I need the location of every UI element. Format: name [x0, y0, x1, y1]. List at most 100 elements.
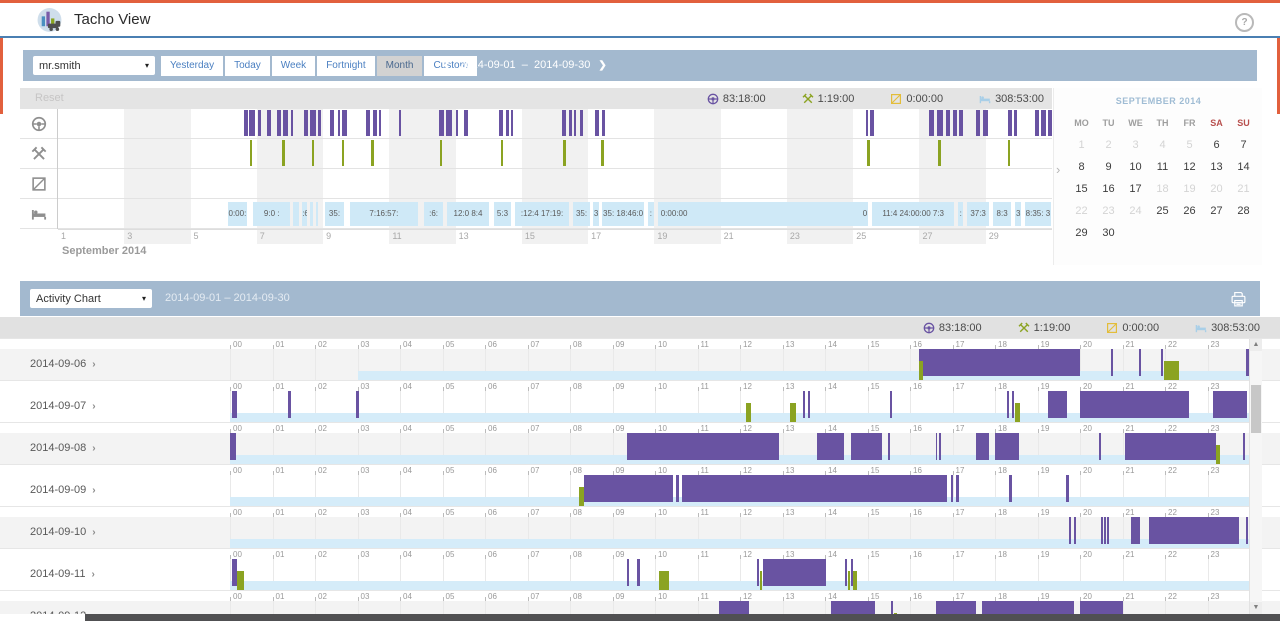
tools-row-icon	[20, 139, 57, 169]
chart-type-select[interactable]: Activity Chart ▾	[30, 289, 152, 308]
calendar-date[interactable]: 7	[1230, 134, 1257, 156]
range-button-yesterday[interactable]: Yesterday	[161, 56, 223, 76]
day-band	[124, 230, 190, 244]
activity-row-label[interactable]: 2014-09-09›	[30, 475, 96, 506]
axis-tick: 17	[591, 231, 601, 241]
hour-label: 19	[1041, 592, 1050, 601]
calendar-date[interactable]: 15	[1068, 178, 1095, 200]
next-range-icon[interactable]: ❯	[598, 60, 606, 71]
driving-segment	[595, 110, 599, 136]
activity-row-label[interactable]: 2014-09-11 ›	[30, 559, 95, 590]
activity-row-label[interactable]: 2014-09-07›	[30, 391, 96, 422]
activity-row-label[interactable]: 2014-09-12›	[30, 601, 96, 614]
expand-row-icon[interactable]: ›	[91, 569, 94, 580]
calendar-date[interactable]: 16	[1095, 178, 1122, 200]
driving-segment	[338, 110, 340, 136]
working-bar	[1216, 445, 1220, 464]
axis-tick: 7	[260, 231, 265, 241]
calendar-date	[1149, 222, 1176, 244]
activity-row-label[interactable]: 2014-09-06›	[30, 349, 96, 380]
hour-label: 19	[1041, 424, 1050, 433]
prev-range-icon[interactable]: ❮	[443, 60, 451, 71]
hour-label: 17	[956, 550, 965, 559]
row-date: 2014-09-11	[30, 568, 85, 580]
hour-gridline	[910, 601, 911, 614]
expand-row-icon[interactable]: ›	[92, 359, 95, 370]
activity-row: 0001020304050607080910111213141516171819…	[0, 464, 1280, 506]
calendar-date[interactable]: 13	[1203, 156, 1230, 178]
calendar-collapse-icon[interactable]: ›	[1056, 162, 1060, 177]
calendar-date[interactable]: 14	[1230, 156, 1257, 178]
calendar-date[interactable]: 11	[1149, 156, 1176, 178]
print-button[interactable]	[1228, 289, 1248, 309]
scrollbar-thumb[interactable]	[1251, 385, 1261, 433]
user-select[interactable]: mr.smith ▾	[33, 56, 155, 75]
hour-label: 04	[403, 424, 412, 433]
hour-label: 07	[531, 508, 540, 517]
calendar-date[interactable]: 26	[1176, 200, 1203, 222]
rest-segment: 0:00:	[228, 202, 247, 226]
driving-segment	[580, 110, 583, 136]
rest-segment: 3	[1015, 202, 1021, 226]
calendar-date[interactable]: 6	[1203, 134, 1230, 156]
hour-label: 14	[828, 466, 837, 475]
calendar-date[interactable]: 10	[1122, 156, 1149, 178]
calendar-date[interactable]: 25	[1149, 200, 1176, 222]
hour-label: 21	[1126, 340, 1135, 349]
reset-button[interactable]: Reset	[35, 88, 64, 109]
calendar-date[interactable]: 28	[1230, 200, 1257, 222]
month-axis: 1357911131517192123252729	[58, 229, 1052, 244]
totals-activity: 83:18:001:19:000:00:00308:53:00	[923, 317, 1260, 338]
working-bar	[919, 361, 923, 380]
scroll-down-icon[interactable]: ▼	[1250, 602, 1262, 614]
hour-label: 03	[361, 592, 370, 601]
working-segment	[563, 140, 566, 166]
range-button-month[interactable]: Month	[377, 56, 423, 76]
expand-row-icon[interactable]: ›	[92, 527, 95, 538]
rest-segment: 37:3	[967, 202, 989, 226]
stat-driving-value: 83:18:00	[939, 322, 982, 334]
calendar-week-row: 22232425262728	[1068, 200, 1257, 222]
calendar-date[interactable]: 8	[1068, 156, 1095, 178]
driving-bar	[851, 433, 882, 460]
expand-row-icon[interactable]: ›	[92, 443, 95, 454]
row-date: 2014-09-10	[30, 526, 86, 538]
range-button-week[interactable]: Week	[272, 56, 315, 76]
vertical-scrollbar[interactable]: ▲ ▼	[1249, 339, 1262, 614]
calendar-date[interactable]: 17	[1122, 178, 1149, 200]
driving-segment	[976, 110, 981, 136]
calendar-date[interactable]: 27	[1203, 200, 1230, 222]
scroll-up-icon[interactable]: ▲	[1250, 339, 1262, 351]
hour-label: 20	[1083, 466, 1092, 475]
calendar-date[interactable]: 12	[1176, 156, 1203, 178]
hour-label: 08	[573, 466, 582, 475]
driving-segment	[983, 110, 988, 136]
hour-label: 23	[1211, 466, 1220, 475]
hour-label: 12	[743, 508, 752, 517]
bed-icon	[979, 93, 991, 105]
hour-label: 01	[276, 592, 285, 601]
calendar-day-header: SU	[1230, 112, 1257, 134]
hour-label: 00	[233, 340, 242, 349]
help-icon[interactable]: ?	[1235, 13, 1254, 32]
hour-label: 00	[233, 508, 242, 517]
range-button-fortnight[interactable]: Fortnight	[317, 56, 374, 76]
hour-label: 15	[871, 340, 880, 349]
range-button-today[interactable]: Today	[225, 56, 270, 76]
calendar-date[interactable]: 9	[1095, 156, 1122, 178]
calendar-week-row: 2930	[1068, 222, 1257, 244]
calendar-grid: MOTUWETHFRSASU12345678910111213141516171…	[1068, 112, 1257, 244]
hour-label: 05	[446, 340, 455, 349]
hour-gridline	[1165, 601, 1166, 614]
header-divider	[0, 36, 1280, 38]
activity-row-label[interactable]: 2014-09-10 ›	[30, 517, 96, 548]
expand-row-icon[interactable]: ›	[92, 485, 95, 496]
driving-segment	[244, 110, 248, 136]
expand-row-icon[interactable]: ›	[92, 401, 95, 412]
working-segment	[312, 140, 315, 166]
calendar-day-header: WE	[1122, 112, 1149, 134]
calendar-date[interactable]: 29	[1068, 222, 1095, 244]
activity-row-label[interactable]: 2014-09-08›	[30, 433, 96, 464]
hour-label: 15	[871, 550, 880, 559]
calendar-date[interactable]: 30	[1095, 222, 1122, 244]
